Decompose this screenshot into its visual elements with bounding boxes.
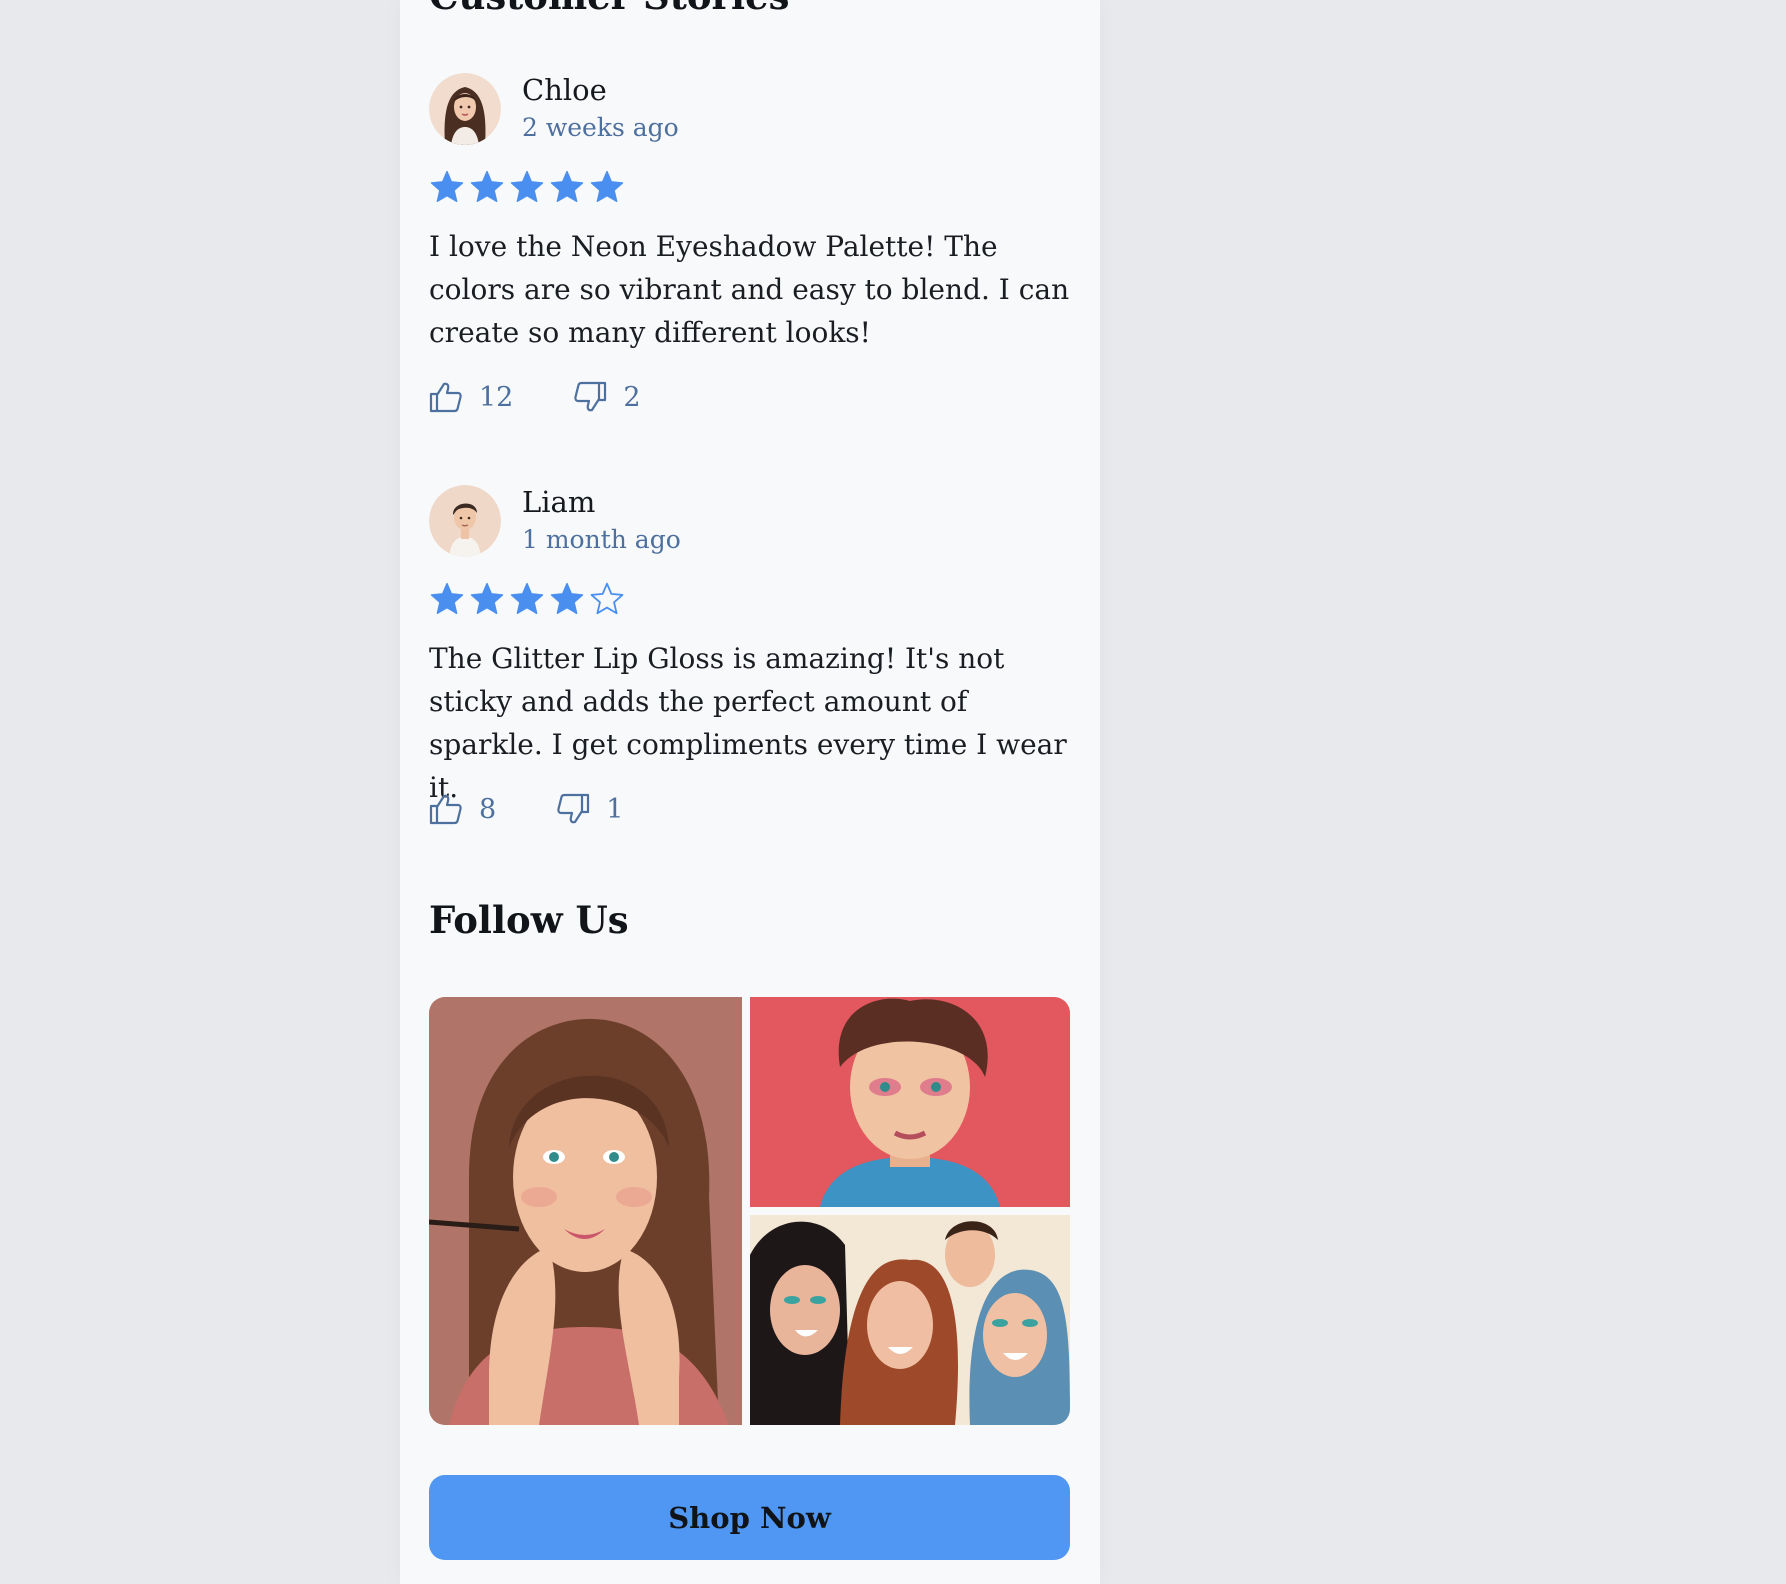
- like-count: 12: [479, 381, 514, 413]
- thumbs-up-icon: [429, 381, 479, 413]
- reviewer-name: Liam: [522, 485, 596, 519]
- customer-stories-title: Customer Stories: [429, 0, 1070, 15]
- star-filled-icon: [470, 582, 504, 614]
- review-card: Liam 1 month ago The Glitter Lip Gloss i…: [429, 485, 1070, 825]
- follow-us-title: Follow Us: [429, 898, 629, 942]
- shop-now-button[interactable]: Shop Now: [429, 1475, 1070, 1560]
- like-button[interactable]: 12: [429, 379, 513, 415]
- like-count: 8: [479, 793, 497, 825]
- star-filled-icon: [590, 170, 624, 202]
- star-rating: [429, 581, 625, 617]
- star-filled-icon: [470, 170, 504, 202]
- review-card: Chloe 2 weeks ago I love the Neon Eyesha…: [429, 73, 1070, 413]
- gallery-image-pink-eyeshadow[interactable]: [750, 997, 1070, 1207]
- thumbs-down-icon: [556, 793, 606, 825]
- dislike-button[interactable]: 1: [556, 791, 623, 827]
- gallery-image-friends-laughing[interactable]: [750, 1215, 1070, 1425]
- star-filled-icon: [430, 582, 464, 614]
- mobile-page: Customer Stories Chloe 2 weeks ago I lov…: [400, 0, 1100, 1584]
- dislike-count: 1: [606, 793, 624, 825]
- thumbs-up-icon: [429, 793, 479, 825]
- dislike-button[interactable]: 2: [573, 379, 641, 415]
- group-of-friends-laughing-image: [750, 1215, 1070, 1425]
- social-gallery: [429, 997, 1070, 1425]
- review-header: Liam 1 month ago: [429, 485, 1070, 561]
- star-filled-icon: [430, 170, 464, 202]
- dislike-count: 2: [623, 381, 641, 413]
- like-button[interactable]: 8: [429, 791, 496, 827]
- gallery-image-makeup-application[interactable]: [429, 997, 742, 1425]
- review-time: 1 month ago: [522, 525, 681, 554]
- review-text: The Glitter Lip Gloss is amazing! It's n…: [429, 642, 1067, 804]
- star-filled-icon: [510, 170, 544, 202]
- woman-applying-makeup-image: [429, 997, 742, 1425]
- review-header: Chloe 2 weeks ago: [429, 73, 1070, 149]
- thumbs-down-icon: [573, 381, 623, 413]
- review-time: 2 weeks ago: [522, 113, 679, 142]
- review-reactions: 8 1: [429, 791, 623, 827]
- review-text: I love the Neon Eyeshadow Palette! The c…: [429, 230, 1070, 349]
- review-reactions: 12 2: [429, 379, 641, 415]
- young-person-with-pink-eyeshadow-image: [750, 997, 1070, 1207]
- reviewer-avatar: [429, 485, 501, 557]
- star-filled-icon: [550, 582, 584, 614]
- star-filled-icon: [510, 582, 544, 614]
- reviewer-avatar: [429, 73, 501, 145]
- star-filled-icon: [550, 170, 584, 202]
- star-empty-icon: [590, 582, 624, 615]
- reviewer-name: Chloe: [522, 73, 607, 107]
- star-rating: [429, 169, 625, 205]
